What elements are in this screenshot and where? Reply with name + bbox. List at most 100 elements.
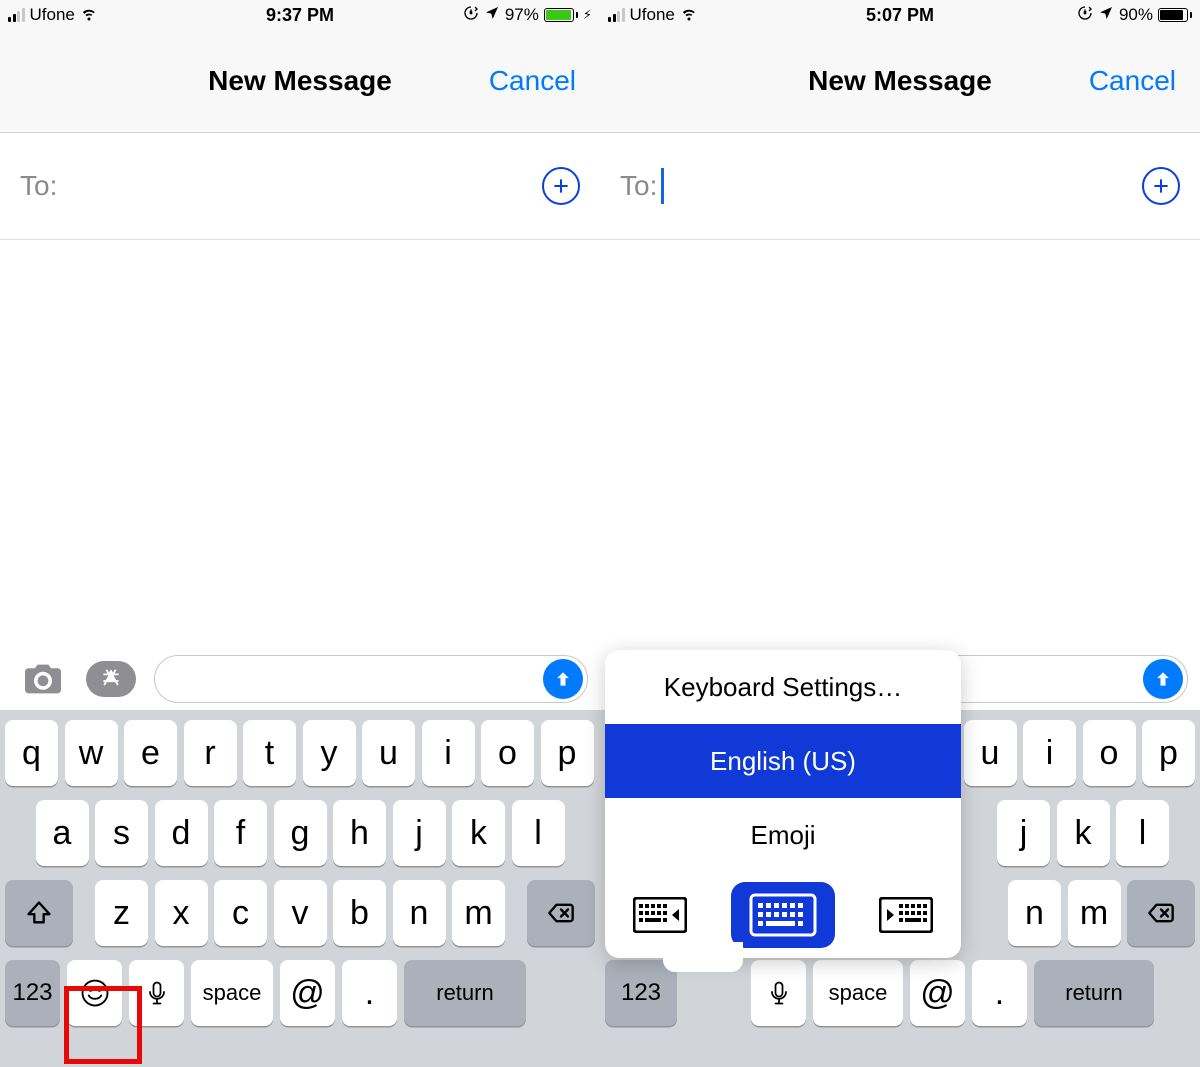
status-time: 9:37 PM — [266, 5, 334, 26]
cancel-button[interactable]: Cancel — [489, 65, 576, 97]
key-e[interactable]: e — [124, 720, 177, 786]
screen-left: Ufone 9:37 PM 97% ⚡︎ New Message Cancel … — [0, 0, 600, 1067]
key-u[interactable]: u — [964, 720, 1017, 786]
key-a[interactable]: a — [36, 800, 89, 866]
key-r[interactable]: r — [184, 720, 237, 786]
key-p[interactable]: p — [1142, 720, 1195, 786]
dictate-key[interactable] — [751, 960, 806, 1026]
screen-right: Ufone 5:07 PM 90% New Message Cancel To: — [600, 0, 1200, 1067]
key-y[interactable]: y — [303, 720, 356, 786]
key-f[interactable]: f — [214, 800, 267, 866]
keyboard-switcher-popup: Keyboard Settings… English (US) Emoji — [605, 650, 961, 958]
emoji-option[interactable]: Emoji — [605, 798, 961, 872]
camera-icon[interactable] — [18, 659, 68, 699]
wifi-icon — [80, 4, 98, 27]
key-p[interactable]: p — [541, 720, 594, 786]
at-key[interactable]: @ — [910, 960, 965, 1026]
send-button[interactable] — [543, 659, 583, 699]
cancel-button[interactable]: Cancel — [1089, 65, 1176, 97]
dictate-key[interactable] — [129, 960, 184, 1026]
key-k[interactable]: k — [1057, 800, 1110, 866]
dock-center-icon[interactable] — [731, 882, 835, 948]
status-bar: Ufone 9:37 PM 97% ⚡︎ — [0, 0, 600, 30]
space-key[interactable]: space — [813, 960, 903, 1026]
dock-left-icon[interactable] — [625, 891, 695, 939]
numbers-key[interactable]: 123 — [5, 960, 60, 1026]
battery-pct: 97% — [505, 5, 539, 25]
message-area[interactable] — [600, 240, 1200, 642]
message-input[interactable] — [154, 655, 588, 703]
status-time: 5:07 PM — [866, 5, 934, 26]
send-button[interactable] — [1143, 659, 1183, 699]
key-w[interactable]: w — [65, 720, 118, 786]
key-i[interactable]: i — [1023, 720, 1076, 786]
status-bar: Ufone 5:07 PM 90% — [600, 0, 1200, 30]
key-d[interactable]: d — [155, 800, 208, 866]
key-o[interactable]: o — [1083, 720, 1136, 786]
keyboard: uiop jkl nm 123 space @ . return Keyboar… — [600, 710, 1200, 1067]
key-t[interactable]: t — [243, 720, 296, 786]
add-contact-button[interactable] — [542, 167, 580, 205]
emoji-key[interactable] — [67, 960, 122, 1026]
keyboard-settings-option[interactable]: Keyboard Settings… — [605, 650, 961, 724]
page-title: New Message — [808, 65, 992, 97]
period-key[interactable]: . — [972, 960, 1027, 1026]
key-m[interactable]: m — [1068, 880, 1121, 946]
key-l[interactable]: l — [1116, 800, 1169, 866]
key-u[interactable]: u — [362, 720, 415, 786]
carrier-label: Ufone — [30, 5, 75, 25]
to-field-row[interactable]: To: — [0, 133, 600, 240]
key-o[interactable]: o — [481, 720, 534, 786]
keyboard: qwertyuiop asdfghjkl zxcvbnm 123 space @… — [0, 710, 600, 1067]
key-i[interactable]: i — [422, 720, 475, 786]
battery-icon — [1158, 8, 1192, 22]
key-m[interactable]: m — [452, 880, 505, 946]
key-j[interactable]: j — [997, 800, 1050, 866]
location-icon — [484, 5, 500, 26]
page-title: New Message — [208, 65, 392, 97]
key-c[interactable]: c — [214, 880, 267, 946]
popup-tail — [663, 942, 743, 972]
key-z[interactable]: z — [95, 880, 148, 946]
add-contact-button[interactable] — [1142, 167, 1180, 205]
key-g[interactable]: g — [274, 800, 327, 866]
app-store-icon[interactable] — [86, 661, 136, 697]
key-j[interactable]: j — [393, 800, 446, 866]
return-key[interactable]: return — [404, 960, 526, 1026]
wifi-icon — [680, 4, 698, 27]
backspace-key[interactable] — [1127, 880, 1195, 946]
period-key[interactable]: . — [342, 960, 397, 1026]
to-field-row[interactable]: To: — [600, 133, 1200, 240]
to-label: To: — [20, 170, 57, 202]
battery-pct: 90% — [1119, 5, 1153, 25]
key-v[interactable]: v — [274, 880, 327, 946]
numbers-key[interactable]: 123 — [605, 960, 677, 1026]
shift-key[interactable] — [5, 880, 73, 946]
to-label: To: — [620, 170, 657, 202]
return-key[interactable]: return — [1034, 960, 1154, 1026]
charging-icon: ⚡︎ — [583, 7, 592, 23]
key-l[interactable]: l — [512, 800, 565, 866]
at-key[interactable]: @ — [280, 960, 335, 1026]
message-area[interactable] — [0, 240, 600, 642]
location-icon — [1098, 5, 1114, 26]
key-n[interactable]: n — [393, 880, 446, 946]
key-n[interactable]: n — [1008, 880, 1061, 946]
input-bar — [0, 642, 600, 710]
dock-right-icon[interactable] — [871, 891, 941, 939]
backspace-key[interactable] — [527, 880, 595, 946]
key-k[interactable]: k — [452, 800, 505, 866]
nav-bar: New Message Cancel — [0, 30, 600, 133]
key-h[interactable]: h — [333, 800, 386, 866]
orientation-lock-icon — [1077, 5, 1093, 26]
signal-bars-icon — [608, 8, 625, 22]
text-cursor — [661, 168, 664, 204]
key-x[interactable]: x — [155, 880, 208, 946]
key-b[interactable]: b — [333, 880, 386, 946]
space-key[interactable]: space — [191, 960, 273, 1026]
key-q[interactable]: q — [5, 720, 58, 786]
orientation-lock-icon — [463, 5, 479, 26]
nav-bar: New Message Cancel — [600, 30, 1200, 133]
key-s[interactable]: s — [95, 800, 148, 866]
english-us-option[interactable]: English (US) — [605, 724, 961, 798]
